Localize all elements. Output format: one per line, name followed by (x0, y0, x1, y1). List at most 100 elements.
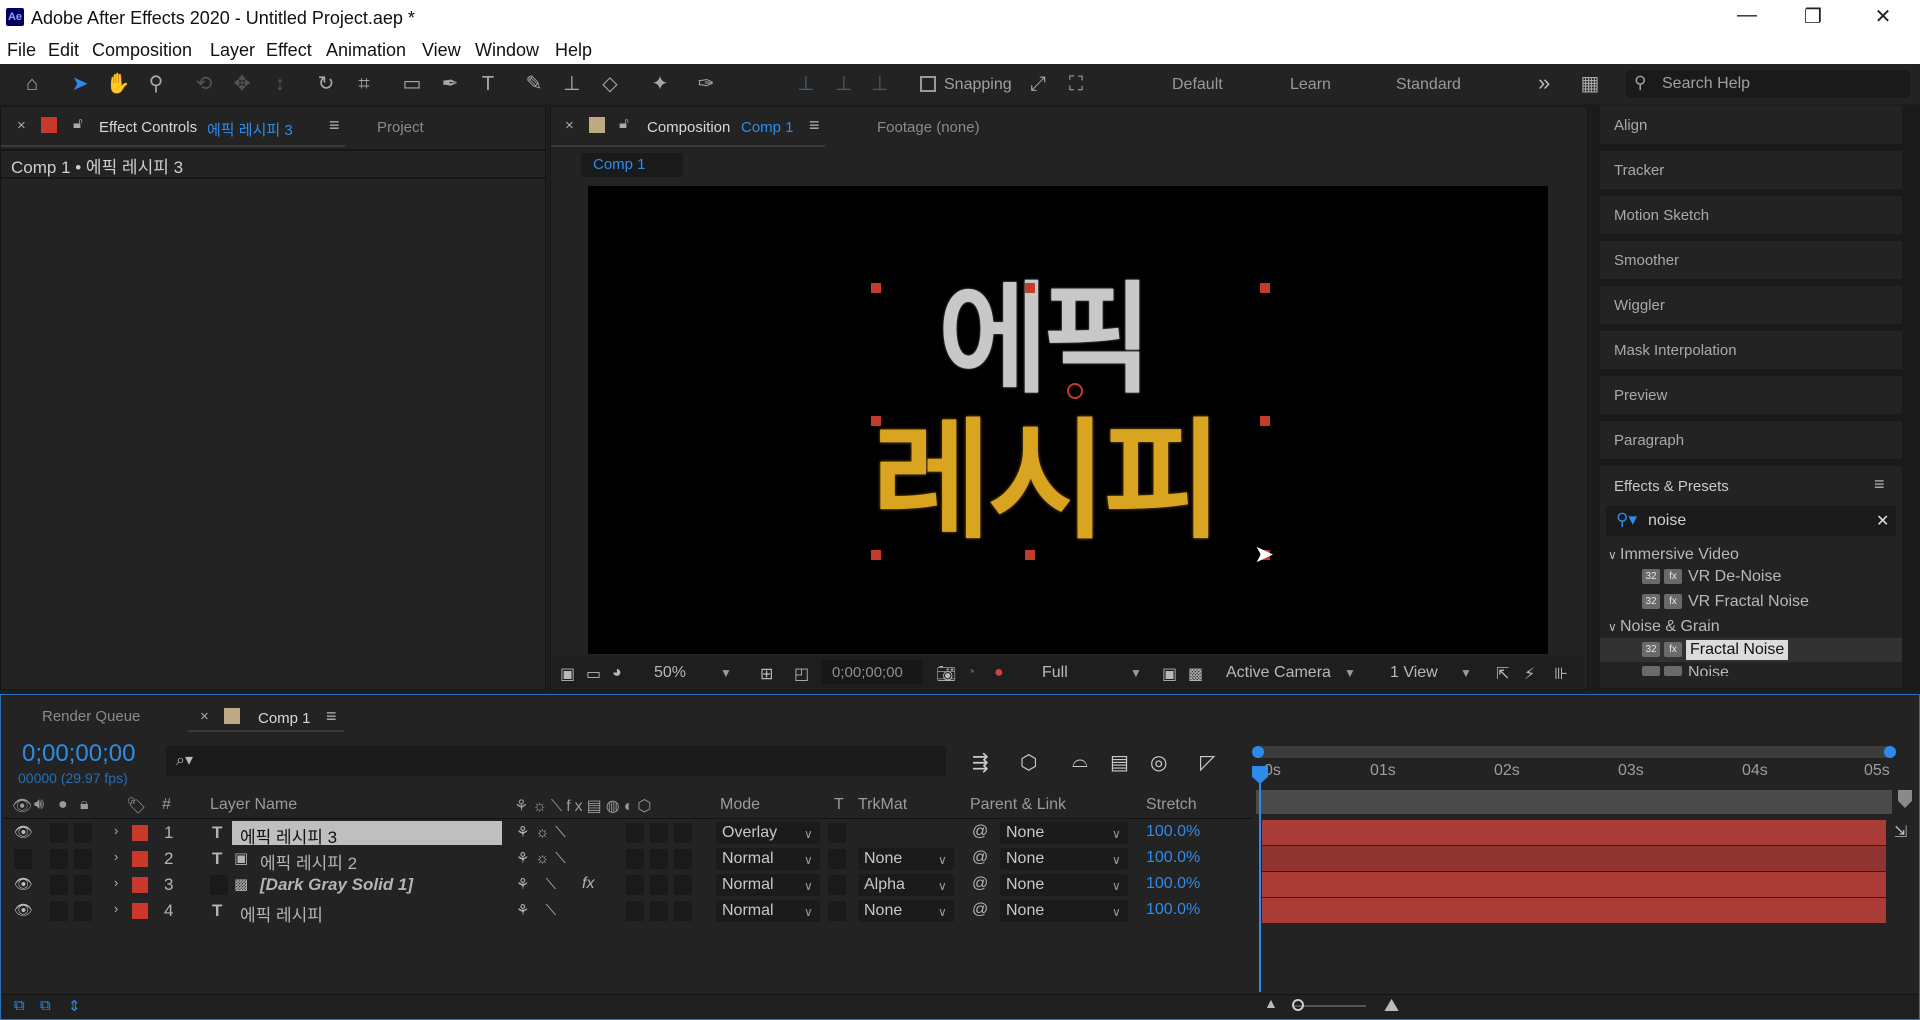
in-out-toggle-icon[interactable]: ⇕ (68, 997, 81, 1015)
panel-align[interactable]: Align (1600, 106, 1902, 146)
view-axis-mode-icon[interactable]: ⊥ (866, 70, 894, 98)
menu-composition[interactable]: Composition (92, 40, 192, 61)
chevron-right-icon[interactable]: › (114, 901, 118, 916)
zoom-slider-handle[interactable] (1292, 999, 1304, 1011)
col-layer-name[interactable]: Layer Name (210, 796, 297, 814)
rectangle-tool-icon[interactable]: ▭ (398, 70, 426, 98)
transform-handle[interactable] (1260, 283, 1270, 293)
type-tool-icon[interactable]: T (474, 70, 502, 98)
zoom-out-icon[interactable]: ▲ (1264, 995, 1278, 1011)
current-time-field[interactable]: 0;00;00;00 (822, 660, 922, 684)
snap-features-icon[interactable]: ⛶ (1062, 70, 1090, 98)
dolly-camera-icon[interactable]: ↕ (266, 70, 294, 98)
workspace-standard[interactable]: Standard (1396, 76, 1461, 94)
parent-dropdown[interactable]: None ∨ (1000, 822, 1128, 844)
frame-blending-icon[interactable]: ▤ (1110, 750, 1129, 775)
puppet-pin-tool-icon[interactable]: ✑ (692, 70, 720, 98)
transform-handle[interactable] (1260, 416, 1270, 426)
panel-menu-icon[interactable]: ≡ (809, 115, 820, 136)
pen-tool-icon[interactable]: ✒ (436, 70, 464, 98)
mask-visibility-icon[interactable]: ◰ (794, 664, 809, 684)
chevron-right-icon[interactable]: › (114, 875, 118, 890)
trkmat-dropdown[interactable]: None ∨ (858, 900, 954, 922)
stretch-value[interactable]: 100.0% (1146, 849, 1200, 867)
effects-search-input[interactable]: ⚲▾ noise ✕ (1606, 506, 1896, 536)
transform-handle[interactable] (871, 283, 881, 293)
workspace-settings-icon[interactable]: ▦ (1576, 70, 1604, 98)
layer-switches[interactable]: ⚘ ⟍ (516, 901, 562, 919)
stretch-value[interactable]: 100.0% (1146, 901, 1200, 919)
layer-name[interactable]: 에픽 레시피 2 (260, 849, 357, 874)
lock-icon[interactable]: 🔓︎ (619, 115, 629, 132)
hand-tool-icon[interactable]: ✋ (104, 70, 132, 98)
panel-smoother[interactable]: Smoother (1600, 241, 1902, 281)
transfer-controls-toggle-icon[interactable]: ⧉ (40, 997, 51, 1014)
panel-menu-icon[interactable]: ≡ (329, 115, 340, 136)
motion-blur-icon[interactable]: ◎ (1150, 750, 1167, 775)
view-layout-dropdown[interactable]: 1 View ▼ (1384, 660, 1476, 684)
current-time[interactable]: 0;00;00;00 (22, 740, 135, 768)
region-of-interest-icon[interactable]: ▣ (1162, 664, 1177, 684)
work-area-bar[interactable] (1256, 746, 1892, 758)
menu-edit[interactable]: Edit (48, 40, 79, 61)
eraser-tool-icon[interactable]: ◇ (596, 70, 624, 98)
effect-noise[interactable]: Noise (1688, 664, 1729, 676)
effect-fractal-noise[interactable]: Fractal Noise (1686, 640, 1789, 660)
tab-render-queue[interactable]: Render Queue (42, 708, 140, 725)
tab-project[interactable]: Project (377, 119, 424, 136)
layer-duration-bar[interactable] (1262, 898, 1886, 923)
camera-dropdown[interactable]: Active Camera ▼ (1220, 660, 1360, 684)
fast-previews-icon[interactable]: ⚡︎ (1524, 664, 1535, 684)
minimize-button[interactable]: — (1724, 4, 1770, 30)
tab-footage[interactable]: Footage (none) (877, 119, 980, 136)
layer-row[interactable]: 👁︎ › 3 ▩ [Dark Gray Solid 1] ⚘ ⟍ fx Norm… (4, 872, 1254, 898)
layer-label-swatch[interactable] (132, 825, 148, 841)
toggle-pixel-icon[interactable]: ⇱ (1496, 664, 1509, 684)
trkmat-dropdown[interactable]: None ∨ (858, 848, 954, 870)
layer-name[interactable]: 에픽 레시피 (240, 901, 323, 926)
zoom-in-icon[interactable]: ⛰︎ (1384, 995, 1399, 1016)
pick-whip-icon[interactable]: @ (972, 901, 988, 919)
layer-label-swatch[interactable] (132, 851, 148, 867)
clone-stamp-tool-icon[interactable]: ⊥ (558, 70, 586, 98)
layer-label-swatch[interactable] (132, 877, 148, 893)
zoom-dropdown[interactable]: 50% ▼ (650, 660, 734, 684)
chevron-right-icon[interactable]: › (114, 849, 118, 864)
menu-layer[interactable]: Layer (210, 40, 255, 61)
panel-paragraph[interactable]: Paragraph (1600, 421, 1902, 461)
monitor-icon[interactable]: ▭ (586, 664, 601, 684)
group-immersive-video[interactable]: Immersive Video (1620, 546, 1739, 564)
clear-search-icon[interactable]: ✕ (1876, 511, 1889, 531)
effect-vr-de-noise[interactable]: VR De-Noise (1688, 568, 1781, 586)
pan-behind-tool-icon[interactable]: ⌗ (350, 70, 378, 98)
work-area-region[interactable] (1256, 790, 1892, 814)
transform-handle[interactable] (871, 550, 881, 560)
transparency-grid-icon[interactable]: ▩ (1188, 664, 1203, 684)
eye-icon[interactable]: 👁︎ (14, 901, 33, 919)
layer-duration-bar[interactable] (1262, 846, 1886, 871)
more-workspaces-icon[interactable]: » (1538, 70, 1550, 96)
mode-dropdown[interactable]: Normal ∨ (716, 900, 820, 922)
tab-composition[interactable]: Composition (647, 119, 730, 136)
stretch-value[interactable]: 100.0% (1146, 823, 1200, 841)
resolution-dropdown[interactable]: Full ▼ (1034, 660, 1146, 684)
menu-file[interactable]: File (7, 40, 36, 61)
group-noise-grain[interactable]: Noise & Grain (1620, 618, 1720, 636)
title-safe-icon[interactable]: ⊞ (760, 664, 773, 684)
close-effect-controls-icon[interactable]: × (17, 117, 26, 134)
anchor-point-icon[interactable] (1067, 383, 1083, 399)
draft-3d-icon[interactable]: ⬡ (1020, 750, 1037, 775)
panel-mask-interpolation[interactable]: Mask Interpolation (1600, 331, 1902, 371)
panel-menu-icon[interactable]: ≡ (1874, 474, 1885, 495)
fx-switch-icon[interactable]: fx (582, 875, 594, 893)
layer-label-swatch[interactable] (132, 903, 148, 919)
tab-comp-1[interactable]: Comp 1 (258, 710, 311, 727)
snap-edges-icon[interactable]: ⤢ (1024, 70, 1052, 98)
workspace-learn[interactable]: Learn (1290, 76, 1331, 94)
mode-dropdown[interactable]: Normal ∨ (716, 874, 820, 896)
restore-button[interactable]: ❐ (1790, 4, 1836, 30)
lock-icon[interactable]: 🔓︎ (73, 115, 83, 132)
comp-subtab[interactable]: Comp 1 (581, 153, 683, 177)
panel-preview[interactable]: Preview (1600, 376, 1902, 416)
menu-help[interactable]: Help (555, 40, 592, 61)
